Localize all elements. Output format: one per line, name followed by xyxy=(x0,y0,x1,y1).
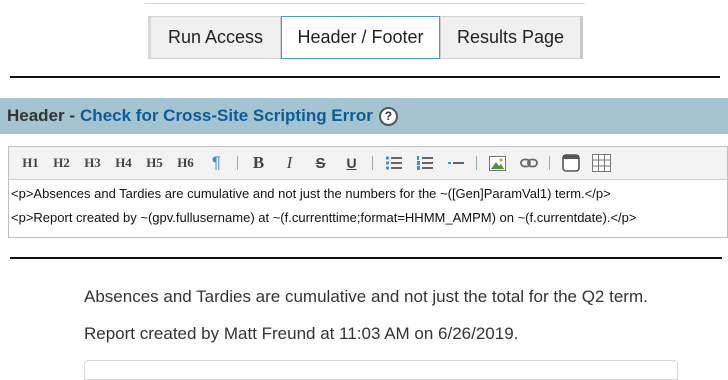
horizontal-rule-icon[interactable] xyxy=(440,150,471,176)
top-divider xyxy=(145,3,585,4)
help-icon[interactable]: ? xyxy=(378,106,398,126)
toolbar-separator xyxy=(549,156,550,170)
heading-3-button[interactable]: H3 xyxy=(77,150,108,176)
heading-2-button[interactable]: H2 xyxy=(46,150,77,176)
paragraph-icon[interactable]: ¶ xyxy=(201,150,232,176)
tab-results-page[interactable]: Results Page xyxy=(440,16,583,59)
header-preview: Absences and Tardies are cumulative and … xyxy=(84,283,648,357)
editor-toolbar: H1 H2 H3 H4 H5 H6 ¶ B I S U xyxy=(9,147,727,180)
block-icon[interactable] xyxy=(555,150,586,176)
preview-line: Absences and Tardies are cumulative and … xyxy=(84,287,648,306)
editor-line: <p>Report created by ~(gpv.fullusername)… xyxy=(11,210,637,225)
editor-content[interactable]: <p>Absences and Tardies are cumulative a… xyxy=(9,180,727,232)
heading-4-button[interactable]: H4 xyxy=(108,150,139,176)
editor-line: <p>Absences and Tardies are cumulative a… xyxy=(11,186,611,201)
heading-6-button[interactable]: H6 xyxy=(170,150,201,176)
section-title: Header - xyxy=(7,106,76,125)
preview-line: Report created by Matt Freund at 11:03 A… xyxy=(84,324,519,343)
tab-header-footer[interactable]: Header / Footer xyxy=(281,16,440,59)
image-icon[interactable] xyxy=(482,150,513,176)
numbered-list-icon[interactable] xyxy=(409,150,440,176)
toolbar-separator xyxy=(237,156,238,170)
section-divider-top xyxy=(10,76,720,78)
xss-check-link[interactable]: Check for Cross-Site Scripting Error xyxy=(80,106,373,126)
strikethrough-button[interactable]: S xyxy=(305,150,336,176)
bold-button[interactable]: B xyxy=(243,150,274,176)
toolbar-separator xyxy=(372,156,373,170)
link-icon[interactable] xyxy=(513,150,544,176)
preview-box-edge xyxy=(84,360,678,380)
toolbar-separator xyxy=(476,156,477,170)
tab-bar: Run Access Header / Footer Results Page xyxy=(148,16,583,59)
rich-text-editor: H1 H2 H3 H4 H5 H6 ¶ B I S U <p>Absences … xyxy=(8,146,728,238)
underline-button[interactable]: U xyxy=(336,150,367,176)
tab-run-access[interactable]: Run Access xyxy=(148,16,281,59)
heading-1-button[interactable]: H1 xyxy=(15,150,46,176)
italic-button[interactable]: I xyxy=(274,150,305,176)
heading-5-button[interactable]: H5 xyxy=(139,150,170,176)
table-icon[interactable] xyxy=(586,150,617,176)
bulleted-list-icon[interactable] xyxy=(378,150,409,176)
section-divider-bottom xyxy=(10,257,722,259)
section-header-bar: Header - Check for Cross-Site Scripting … xyxy=(0,98,728,134)
